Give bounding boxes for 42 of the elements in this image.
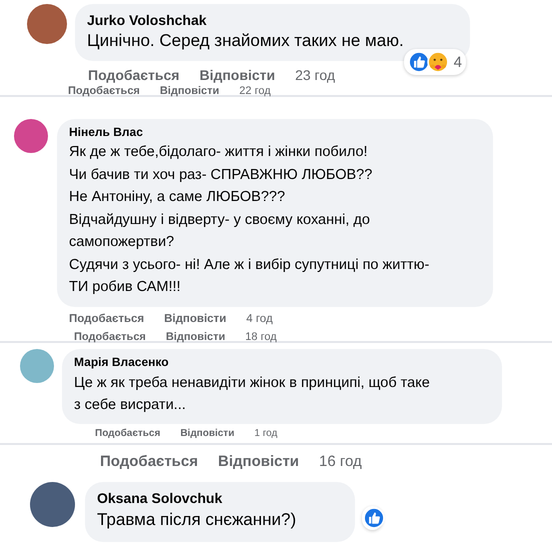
timestamp: 16 год [319,453,362,470]
author-name[interactable]: Марія Власенко [74,355,490,369]
reaction-badge[interactable]: 4 [404,49,466,75]
like-link[interactable]: Подобається [69,312,144,324]
like-link[interactable]: Подобається [95,428,160,439]
thumbs-up-icon [408,51,430,73]
author-name[interactable]: Jurko Voloshchak [87,12,458,28]
reaction-count: 4 [454,54,462,70]
timestamp: 1 год [254,428,278,439]
comment-text: Відчайдушну і відверту- у своєму коханні, до [69,210,371,230]
like-link[interactable]: Подобається [74,330,146,342]
timestamp: 23 год [295,67,336,83]
reaction-badge[interactable] [362,506,383,530]
comment-text: з себе висрати... [74,396,187,415]
avatar-placeholder[interactable] [27,4,67,44]
reply-link[interactable]: Відповісти [180,428,234,439]
comment-text: Травма після снєжанни?) [97,510,298,530]
author-name[interactable]: Нінель Влас [69,125,481,139]
comment-text: Цинічно. Серед знайомих таких не маю. [87,31,405,51]
timestamp: 4 год [246,312,273,324]
thumbs-up-icon [363,507,385,529]
reply-link[interactable]: Відповісти [160,85,220,97]
hugging-emoji-icon [426,51,449,73]
reply-link[interactable]: Відповісти [166,330,226,342]
timestamp: 18 год [245,330,277,342]
timestamp: 22 год [239,85,271,97]
author-name[interactable]: Oksana Solovchuk [97,490,343,506]
comment-text: Судячи з усього- ні! Але ж і вибір супутниці по життю- [69,256,430,274]
reply-link[interactable]: Відповісти [218,453,300,470]
like-link[interactable]: Подобається [100,453,198,470]
comment-text: Як де ж тебе,бідолаго- життя і жінки побило! [69,143,369,162]
comment-text: Чи бачив ти хоч раз- СПРАВЖНЮ ЛЮБОВ?? [69,166,374,184]
avatar-placeholder[interactable] [30,482,75,527]
like-link[interactable]: Подобається [88,67,180,83]
reply-link[interactable]: Відповісти [199,67,276,83]
comment-text: Це ж як треба ненавидіти жінок в принципі, щоб таке [74,374,431,393]
avatar-placeholder[interactable] [14,119,48,153]
comment-text: ТИ робив САМ!!! [69,278,182,297]
comment-text: Не Антоніну, а саме ЛЮБОВ??? [69,188,286,207]
comment-text: самопожертви? [69,233,176,252]
reply-link[interactable]: Відповісти [164,312,226,324]
like-link[interactable]: Подобається [68,85,140,97]
